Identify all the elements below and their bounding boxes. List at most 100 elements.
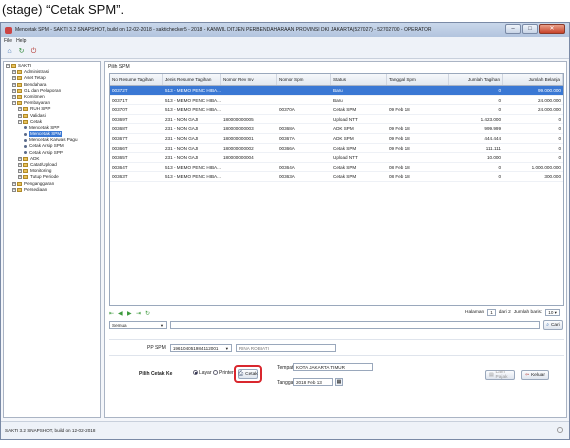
table-cell: 0: [498, 88, 501, 93]
printer-radio[interactable]: Printer: [213, 370, 234, 376]
table-cell: 24.000.000: [538, 107, 561, 113]
calendar-icon[interactable]: ▦: [335, 378, 343, 386]
expand-toggle-icon[interactable]: +: [18, 169, 22, 174]
expand-toggle-icon[interactable]: +: [12, 82, 16, 87]
maximize-button[interactable]: □: [522, 24, 538, 34]
table-row[interactable]: 00364T 513 - MEMO PENC HIBA... 00364A Cetak…: [110, 163, 563, 173]
expand-toggle-icon[interactable]: +: [12, 187, 16, 192]
minimize-button[interactable]: –: [505, 24, 521, 34]
table-cell: 00370T: [112, 107, 128, 113]
table-cell: 513 - MEMO PENC HIBA...: [165, 97, 221, 103]
table-cell: ADK SPM: [333, 126, 354, 132]
keluar-button[interactable]: ⇦ Keluar: [521, 370, 549, 380]
expand-toggle-icon[interactable]: +: [12, 88, 16, 93]
tempat-input[interactable]: KOTA JAKARTA TIMUR: [293, 363, 373, 371]
table-cell: 00368A: [279, 126, 295, 132]
table-cell: 231 - NON GAJI: [165, 135, 199, 141]
panel-title: Pilih SPM: [108, 64, 130, 70]
screen-radio-label: Layar: [199, 370, 212, 376]
table-row[interactable]: 00371T 513 - MEMO PENC HIBA... Baru 0 24.000…: [110, 96, 563, 106]
table-cell: 24.000.000: [538, 97, 561, 103]
rows-label: Jumlah baris:: [513, 310, 543, 315]
column-header[interactable]: No Resume Tagihan: [110, 74, 163, 85]
radio-checked-icon: [193, 370, 198, 376]
expand-toggle-icon[interactable]: +: [12, 76, 16, 81]
expand-toggle-icon[interactable]: +: [12, 70, 16, 75]
table-cell: 0: [498, 97, 501, 103]
folder-icon: [17, 70, 22, 75]
home-icon[interactable]: ⌂: [5, 47, 14, 56]
menu-help[interactable]: Help: [16, 38, 26, 44]
search-button-label: Cari: [550, 322, 560, 328]
table-cell: 0: [558, 135, 561, 141]
search-input[interactable]: [170, 321, 540, 329]
table-row[interactable]: 00369T 231 - NON GAJI 180000000005 Upload N…: [110, 115, 563, 125]
column-header[interactable]: Nomor Rev Inv: [221, 74, 277, 85]
folder-icon: [23, 175, 28, 180]
tanggal-input[interactable]: 2018 Feb 13: [293, 378, 333, 386]
folder-icon: [17, 101, 22, 106]
table-cell: 180000000001: [223, 135, 254, 141]
expand-toggle-icon[interactable]: +: [18, 175, 22, 180]
table-cell: 513 - MEMO PENC HIBA...: [165, 107, 221, 113]
column-header[interactable]: Nomor Spm: [277, 74, 331, 85]
printer-icon: ⎙: [238, 370, 244, 377]
table-cell: 09 Feb 18: [389, 145, 410, 151]
table-cell: 99.000.000: [538, 88, 561, 93]
table-row[interactable]: 00367T 231 - NON GAJI 180000000001 00367A AD…: [110, 134, 563, 144]
column-header[interactable]: Jenis Resume Tagihan: [163, 74, 221, 85]
status-filter-select[interactable]: Semua ▼: [109, 321, 167, 329]
tanggal-label: Tanggal: [277, 380, 295, 386]
next-page-icon[interactable]: ▶: [127, 311, 133, 317]
table-cell: 513 - MEMO PENC HIBA...: [165, 88, 221, 93]
column-header[interactable]: Status: [331, 74, 387, 85]
pp-spm-name-field: RINA ROBIATI: [235, 343, 336, 352]
expand-toggle-icon[interactable]: −: [18, 119, 22, 124]
cetak-button[interactable]: ⎙ Cetak: [238, 369, 258, 379]
expand-toggle-icon[interactable]: +: [18, 113, 22, 118]
table-row[interactable]: 00363T 513 - MEMO PENC HIBA... 00363A Cetak…: [110, 172, 563, 182]
table-cell: Baru: [333, 97, 343, 103]
column-header[interactable]: Jumlah Tagihan: [449, 74, 503, 85]
table-row[interactable]: 00368T 231 - NON GAJI 180000000003 00368A AD…: [110, 124, 563, 134]
close-button[interactable]: ✕: [539, 24, 565, 34]
table-row[interactable]: 00372T 513 - MEMO PENC HIBA... Baru 0 99.000…: [110, 86, 563, 96]
table-cell: [387, 153, 449, 162]
expand-toggle-icon[interactable]: +: [18, 163, 22, 168]
last-page-icon[interactable]: ⇥: [136, 311, 142, 317]
table-cell: 180000000005: [223, 116, 254, 122]
prev-page-icon[interactable]: ◀: [118, 311, 124, 317]
page-number-input[interactable]: 1: [487, 309, 496, 316]
column-header[interactable]: Tanggal Spm: [387, 74, 449, 85]
table-row[interactable]: 00366T 231 - NON GAJI 180000000002 00366A Ce…: [110, 144, 563, 154]
expand-toggle-icon[interactable]: +: [18, 156, 22, 161]
tree-item[interactable]: + Persediaan: [6, 187, 98, 193]
first-page-icon[interactable]: ⇤: [109, 311, 115, 317]
page-label: Halaman: [464, 310, 485, 315]
table-cell: Upload NTT: [333, 116, 358, 122]
table-cell: 0: [558, 126, 561, 132]
expand-toggle-icon[interactable]: −: [6, 64, 10, 69]
table-cell: 00367T: [112, 135, 128, 141]
table-row[interactable]: 00370T 513 - MEMO PENC HIBA... 00370A Cetak…: [110, 105, 563, 115]
column-header[interactable]: Jumlah Belanja: [503, 74, 563, 85]
expand-toggle-icon[interactable]: +: [18, 107, 22, 112]
logout-icon[interactable]: ⏻: [29, 47, 38, 56]
rows-per-page-select[interactable]: 10 ▾: [545, 309, 560, 316]
expand-toggle-icon[interactable]: +: [12, 95, 16, 100]
expand-toggle-icon[interactable]: +: [12, 181, 16, 186]
refresh-page-icon[interactable]: ↻: [145, 311, 151, 317]
table-cell: [277, 96, 331, 105]
table-cell: ADK SPM: [333, 135, 354, 141]
table-cell: 0: [558, 116, 561, 122]
refresh-icon[interactable]: ↻: [17, 47, 26, 56]
screen-radio[interactable]: Layar: [193, 370, 212, 376]
caption-text: (stage) “Cetak SPM”.: [2, 2, 125, 17]
pp-spm-select[interactable]: 196104051984112001 ▼: [169, 343, 232, 352]
expand-toggle-icon[interactable]: −: [12, 101, 16, 106]
menu-file[interactable]: File: [4, 38, 12, 44]
table-cell: 180000000002: [223, 145, 254, 151]
search-button[interactable]: ⌕ Cari: [543, 320, 563, 330]
lampiran-button[interactable]: ▤ Lam Pajak: [485, 370, 515, 380]
table-row[interactable]: 00365T 231 - NON GAJI 180000000004 Upload N…: [110, 153, 563, 163]
